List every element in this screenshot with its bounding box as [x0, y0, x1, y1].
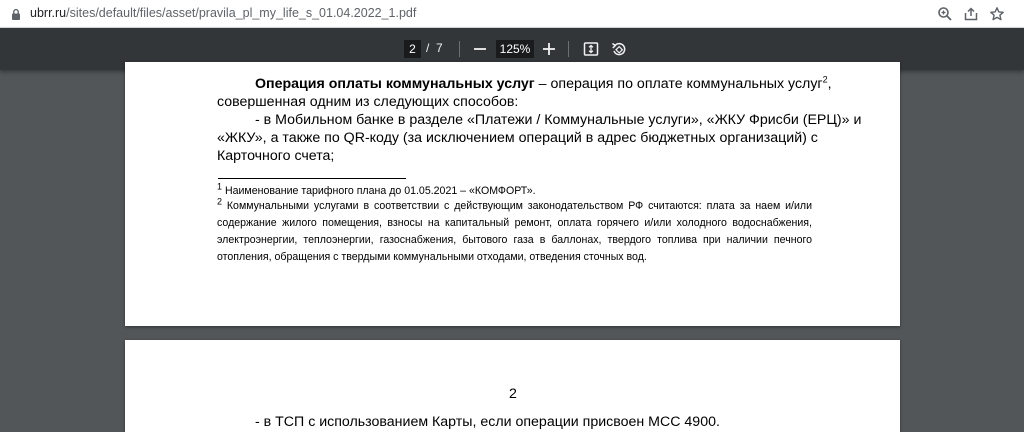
- page-total: 7: [436, 41, 443, 55]
- footnote-line: электроэнергии, теплоэнергии, газоснабже…: [217, 234, 812, 246]
- page-number: 2: [509, 386, 517, 402]
- star-icon[interactable]: [988, 5, 1006, 23]
- footnote-line: отопления, обращения с твердыми коммунал…: [217, 251, 647, 263]
- pdf-page: 2 - в ТСП с использованием Карты, если о…: [125, 340, 900, 432]
- minus-icon[interactable]: [470, 39, 490, 59]
- toolbar-divider: [568, 41, 569, 57]
- browser-address-bar: ubrr.ru/sites/default/files/asset/pravil…: [0, 0, 1024, 28]
- footnote-line: содержание жилого помещения, взносы на к…: [217, 217, 812, 229]
- share-icon[interactable]: [962, 5, 980, 23]
- zoom-level-input[interactable]: 125%: [496, 40, 534, 58]
- footnote-2: 2 Коммунальными услугами в соответствии …: [217, 197, 812, 215]
- paragraph-line: Операция оплаты коммунальных услуг – опе…: [255, 75, 832, 93]
- list-item-line: - в ТСП с использованием Карты, если опе…: [255, 414, 720, 430]
- page-number-input[interactable]: 2: [404, 40, 421, 58]
- url-host: ubrr.ru: [30, 6, 67, 20]
- url-path: /sites/default/files/asset/pravila_pl_my…: [66, 6, 417, 20]
- fit-page-icon[interactable]: [581, 39, 601, 59]
- footnote-text: Наименование тарифного плана до 01.05.20…: [222, 185, 536, 197]
- punctuation: ,: [827, 76, 832, 92]
- lock-icon[interactable]: [10, 8, 22, 21]
- list-item-line: «ЖКУ», а также по QR-коду (за исключение…: [217, 130, 818, 146]
- footnote-text: Коммунальными услугами в соответствии с …: [222, 200, 812, 212]
- pdf-page: Операция оплаты коммунальных услуг – опе…: [125, 62, 900, 326]
- page-separator: /: [426, 41, 430, 55]
- plus-icon[interactable]: [539, 39, 559, 59]
- paragraph-line: совершенная одним из следующих способов:: [217, 94, 519, 110]
- list-item-line: - в Мобильном банке в разделе «Платежи /…: [255, 112, 862, 128]
- term-definition: – операция по оплате коммунальных услуг: [534, 76, 823, 92]
- list-item-line: Карточного счета;: [217, 148, 335, 164]
- zoom-icon[interactable]: [936, 5, 954, 23]
- url-field[interactable]: ubrr.ru/sites/default/files/asset/pravil…: [30, 6, 416, 20]
- rotate-icon[interactable]: [609, 39, 629, 59]
- toolbar-divider: [459, 41, 460, 57]
- term-heading: Операция оплаты коммунальных услуг: [255, 76, 535, 92]
- footnote-separator: [218, 178, 406, 179]
